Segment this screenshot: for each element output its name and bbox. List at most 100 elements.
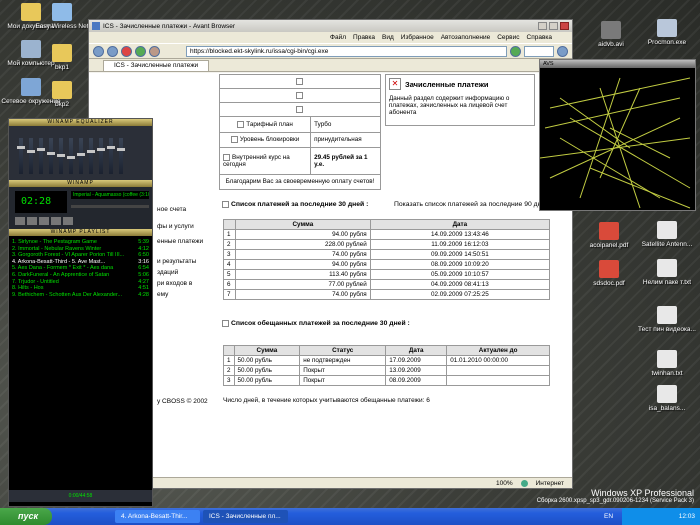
side-link[interactable]: и результаты — [157, 256, 217, 267]
search-icon[interactable] — [557, 45, 568, 57]
image-icon — [222, 201, 229, 208]
desktop-icon-satellite[interactable]: Satellite Antenn... — [636, 221, 698, 248]
broken-image-icon: ✕ — [389, 78, 401, 90]
maximize-icon[interactable] — [549, 22, 558, 30]
home-icon[interactable] — [149, 45, 160, 57]
folder-icon — [52, 81, 72, 99]
playlist-titlebar[interactable]: WINAMP PLAYLIST — [9, 229, 152, 236]
desktop-icon-balans[interactable]: isa_balans... — [636, 385, 698, 412]
start-button[interactable]: пуск — [0, 508, 52, 525]
desktop-icon-pdf1[interactable]: acoipanel.pdf — [578, 222, 640, 249]
taskbar: пуск 4. Arkona-Besatt-Thir... ICS - Зачи… — [0, 508, 700, 525]
menu-tools[interactable]: Сервис — [497, 34, 519, 41]
eq-band-slider[interactable] — [107, 138, 115, 174]
table-row: 1 50.00 рубль не подтвержден 17.09.2009 01.0… — [223, 355, 550, 366]
pdf-icon — [599, 260, 619, 278]
text-file-icon — [657, 221, 677, 239]
time-display[interactable]: 02:28 — [15, 191, 67, 213]
desktop-icon-bkp2[interactable]: bkp2 — [31, 81, 93, 108]
language-indicator[interactable]: EN — [604, 508, 613, 525]
menu-favorites[interactable]: Избранное — [401, 34, 434, 41]
play-icon[interactable] — [27, 217, 37, 225]
desktop-icon-avi[interactable]: aidvb.avi — [580, 21, 642, 48]
pause-icon[interactable] — [39, 217, 49, 225]
address-bar[interactable]: https://blocked.ekt-skylink.ru/issa/cgi-… — [186, 45, 507, 57]
eq-band-slider[interactable] — [37, 138, 45, 174]
menu-edit[interactable]: Правка — [353, 34, 375, 41]
menu-view[interactable]: Вид — [382, 34, 394, 41]
eq-band-slider[interactable] — [47, 138, 55, 174]
playlist-item[interactable]: 3. Gorgoroth Forest - VI Aparer Porion T… — [9, 252, 152, 259]
clock[interactable]: 12:03 — [679, 513, 695, 520]
player-titlebar[interactable]: WINAMP — [9, 180, 152, 187]
pdf-icon — [599, 222, 619, 240]
menu-autofill[interactable]: Автозаполнение — [441, 34, 491, 41]
eq-band-slider[interactable] — [87, 138, 95, 174]
forward-icon[interactable] — [107, 45, 118, 57]
text-file-icon — [657, 385, 677, 403]
side-link[interactable]: ему — [157, 289, 217, 300]
eq-band-slider[interactable] — [27, 138, 35, 174]
desktop-icon-twinhan[interactable]: twinhan.txt — [636, 350, 698, 377]
back-icon[interactable] — [93, 45, 104, 57]
refresh-icon[interactable] — [135, 45, 146, 57]
side-link[interactable]: ри входов в — [157, 278, 217, 289]
zone-status: Интернет — [535, 479, 564, 487]
eq-band-slider[interactable] — [57, 138, 65, 174]
video-file-icon — [601, 21, 621, 39]
desktop-icon-pdf2[interactable]: sdsdoc.pdf — [578, 260, 640, 287]
eq-band-slider[interactable] — [67, 138, 75, 174]
taskbar-button-browser[interactable]: ICS - Зачисленные пл... — [203, 510, 288, 523]
browser-titlebar[interactable]: ICS - Зачисленные платежи - Avant Browse… — [89, 20, 572, 32]
status-bar: 100% Интернет — [89, 477, 572, 488]
playlist-item-current[interactable]: 4. Arkona-Besatt-Third - 5. Ave Mast... 3… — [9, 259, 152, 266]
stop-icon[interactable] — [51, 217, 61, 225]
playlist-item[interactable]: 2. Immortal - Nebular Ravens Winter 4:12 — [9, 246, 152, 253]
playlist-item[interactable]: 1. Sirlynoe - The Pestagram Game 5:39 — [9, 239, 152, 246]
search-input[interactable] — [524, 45, 554, 57]
browser-logo-icon — [92, 22, 100, 30]
playlist-item[interactable]: 9. Bethichem - Schotten Aus Der Alexande… — [9, 292, 152, 299]
avs-titlebar[interactable]: AVS — [540, 60, 695, 68]
playlist-item[interactable]: 6. DarkFuneral - An Apprentice of Satan 5… — [9, 272, 152, 279]
zoom-level[interactable]: 100% — [496, 480, 513, 487]
tab-current[interactable]: ICS - Зачисленные платежи — [103, 60, 210, 71]
prev-icon[interactable] — [15, 217, 25, 225]
eq-preamp-slider[interactable] — [17, 138, 25, 174]
window-title: ICS - Зачисленные платежи - Avant Browse… — [103, 22, 236, 30]
account-info-table: Тарифный план Турбо Уровень блокировки при… — [218, 74, 381, 191]
playlist-item[interactable]: 7. Trjudor - Untitled 4:27 — [9, 279, 152, 286]
visualization-canvas — [539, 77, 691, 209]
menu-bar: Файл Правка Вид Избранное Автозаполнение… — [89, 32, 572, 43]
system-tray: EN 12:03 — [604, 508, 700, 525]
side-link[interactable]: ное счета — [157, 204, 217, 215]
go-icon[interactable] — [510, 45, 521, 57]
desktop-icon-procmon[interactable]: Procmon.exe — [636, 19, 698, 46]
playlist-item[interactable]: 8. Hilts - Hos 4:51 — [9, 285, 152, 292]
minimize-icon[interactable] — [538, 22, 547, 30]
desktop-icon-txt1[interactable]: Нелим паке т.txt — [636, 259, 698, 286]
table-row: 2 50.00 рубль Покрыт 13.09.2009 — [223, 365, 550, 376]
eq-titlebar[interactable]: WINAMP EQUALIZER — [9, 119, 152, 126]
volume-slider[interactable] — [71, 205, 149, 208]
desktop-icon-easy-wireless[interactable]: Easy Wireless Net — [31, 3, 93, 30]
stop-icon[interactable] — [121, 45, 132, 57]
app-icon — [657, 19, 677, 37]
menu-file[interactable]: Файл — [330, 34, 346, 41]
side-link[interactable]: здаций — [157, 267, 217, 278]
menu-help[interactable]: Справка — [527, 34, 553, 41]
side-link[interactable]: енные платежи — [157, 236, 217, 247]
eq-band-slider[interactable] — [97, 138, 105, 174]
side-link[interactable]: фы и услуги — [157, 221, 217, 232]
show-90-days-link[interactable]: Показать список платежей за последние 90… — [394, 201, 549, 208]
desktop-icon-txt2[interactable]: Тест пин видеока... — [636, 306, 698, 333]
table-row: 3 74.00 рубля 09.09.2009 14:50:51 — [223, 249, 551, 260]
taskbar-button-winamp[interactable]: 4. Arkona-Besatt-Thir... — [115, 510, 200, 523]
playlist-item[interactable]: 5. Aes Dana - Formem * Exit * - Aes dana… — [9, 265, 152, 272]
eq-band-slider[interactable] — [117, 138, 125, 174]
next-icon[interactable] — [63, 217, 73, 225]
close-icon[interactable] — [560, 22, 569, 30]
eq-band-slider[interactable] — [77, 138, 85, 174]
text-file-icon — [657, 259, 677, 277]
desktop-icon-bkp1[interactable]: bkp1 — [31, 44, 93, 71]
